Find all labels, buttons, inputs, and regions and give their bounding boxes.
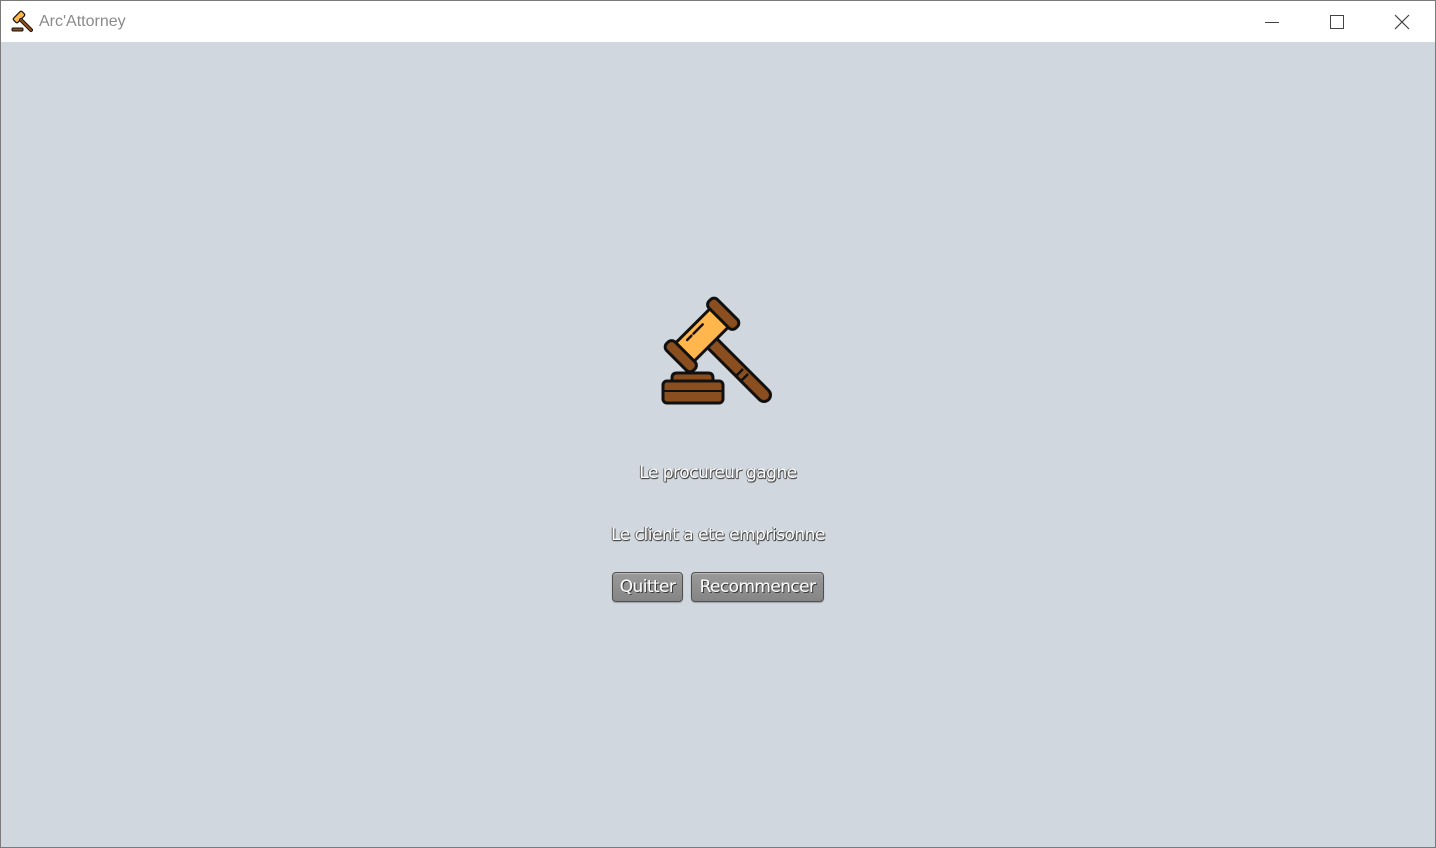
maximize-icon <box>1329 14 1344 29</box>
restart-button[interactable]: Recommencer <box>691 572 824 602</box>
action-buttons: Quitter Recommencer <box>1 572 1435 602</box>
gavel-app-icon <box>11 10 33 32</box>
window-title: Arc'Attorney <box>39 13 126 30</box>
gavel-icon <box>661 296 772 405</box>
game-screen: Le procureur gagne Le client a ete empri… <box>1 42 1435 847</box>
minimize-button[interactable] <box>1239 1 1304 42</box>
maximize-button[interactable] <box>1304 1 1369 42</box>
title-bar[interactable]: Arc'Attorney <box>1 1 1435 42</box>
minimize-icon <box>1264 21 1279 23</box>
close-icon <box>1394 14 1409 29</box>
app-window: Arc'Attorney Le procureur gagne Le clien… <box>0 0 1436 848</box>
close-button[interactable] <box>1369 1 1434 42</box>
verdict-message: Le client a ete emprisonne <box>611 525 825 545</box>
quit-button[interactable]: Quitter <box>612 572 683 602</box>
result-message: Le procureur gagne <box>639 463 797 483</box>
